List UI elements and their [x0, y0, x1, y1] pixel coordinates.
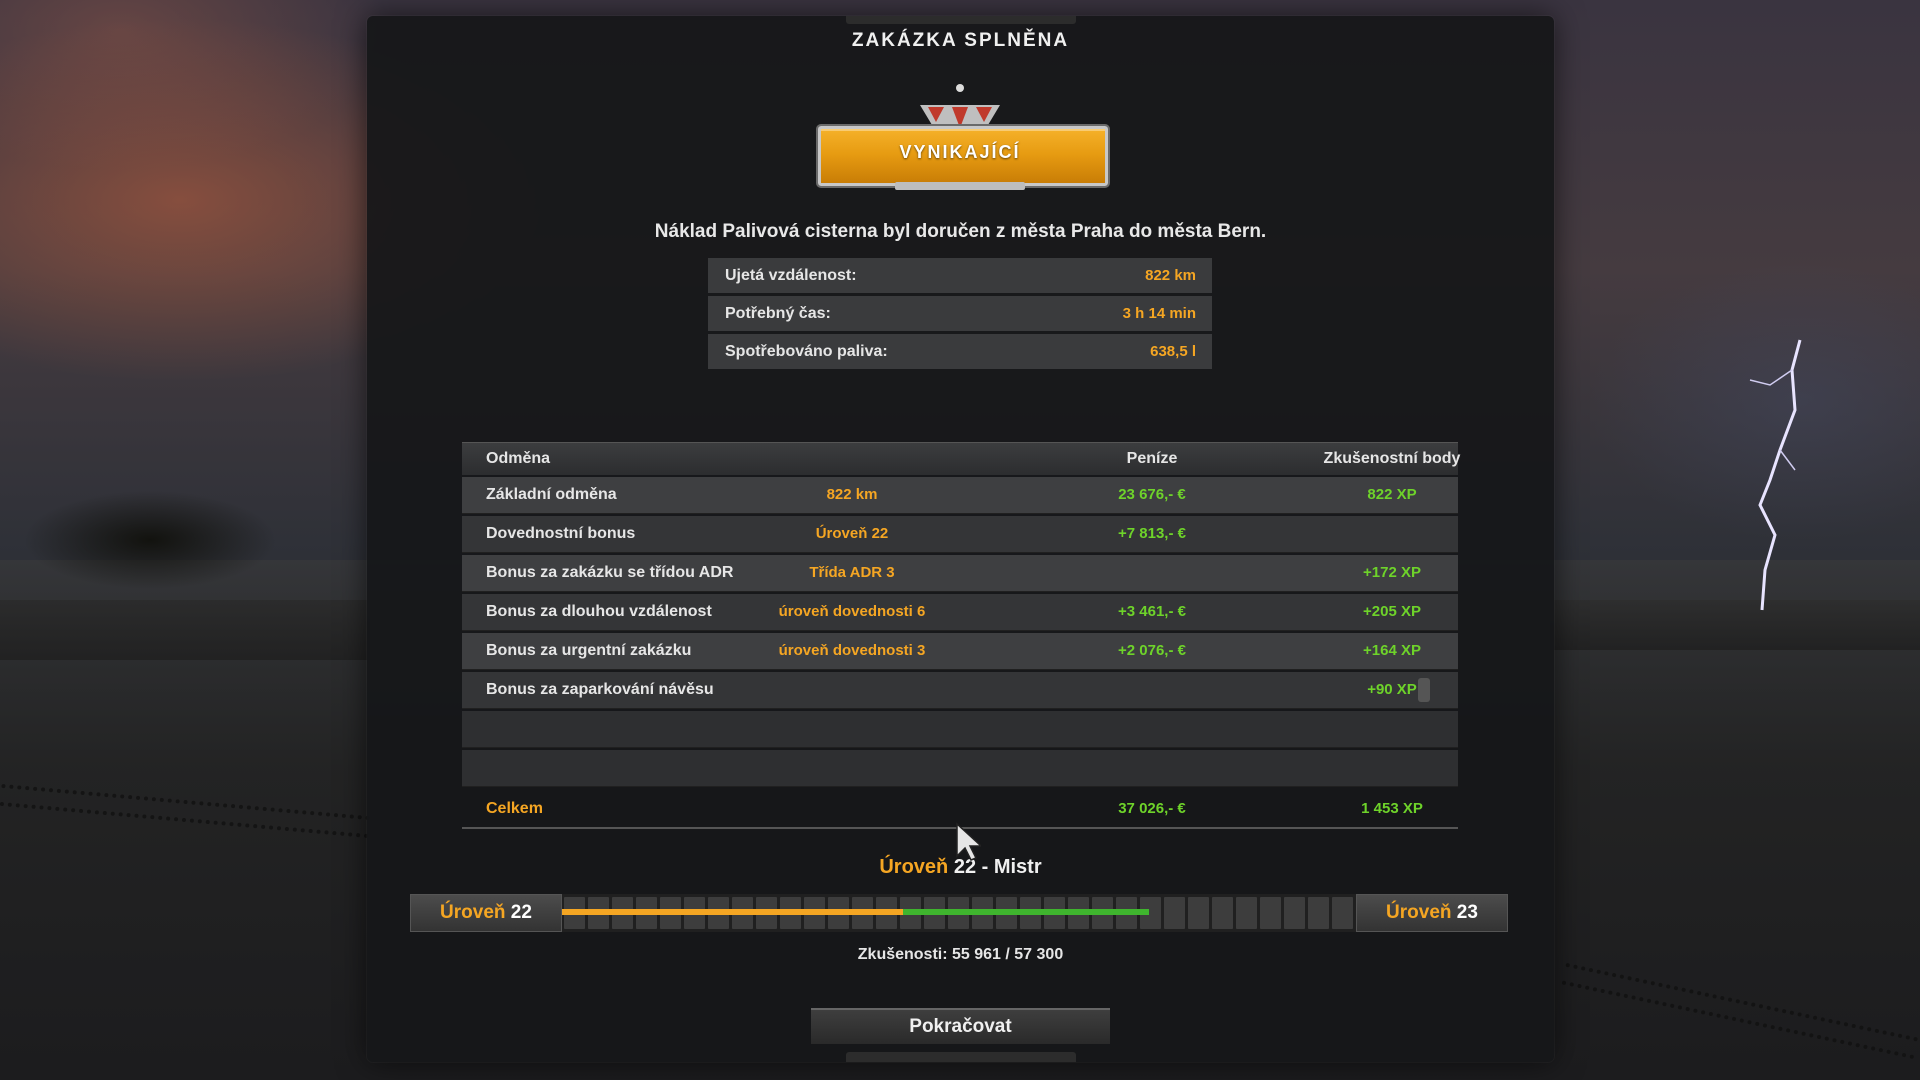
continue-button[interactable]: Pokračovat [811, 1008, 1110, 1044]
dialog-title: ZAKÁZKA SPLNĚNA [851, 30, 1070, 51]
scrollbar-thumb[interactable] [1418, 678, 1430, 702]
stat-row-time: Potřebný čas: 3 h 14 min [708, 296, 1212, 331]
level-end-word: Úroveň [1386, 902, 1452, 923]
reward-detail: Třída ADR 3 [809, 564, 895, 581]
stat-row-distance: Ujetá vzdálenost: 822 km [708, 258, 1212, 293]
header-xp: Zkušenostní body [1323, 450, 1461, 467]
table-row: Bonus za zakázku se třídou ADR Třída ADR… [462, 555, 1458, 592]
rating-label: VYNIKAJÍCÍ [899, 142, 1021, 162]
table-row: Bonus za urgentní zakázku úroveň dovedno… [462, 633, 1458, 670]
progress-segment [1284, 897, 1305, 929]
header-reward: Odměna [486, 450, 551, 467]
level-start-word: Úroveň [440, 902, 506, 923]
stat-label: Ujetá vzdálenost: [725, 266, 857, 284]
reward-money: +7 813,- € [1118, 525, 1186, 542]
trip-stats: Ujetá vzdálenost: 822 km Potřebný čas: 3… [708, 258, 1212, 372]
scene-tree [0, 470, 330, 610]
progress-segment [1332, 897, 1353, 929]
reward-xp: +172 XP [1363, 564, 1421, 581]
progress-segment [1212, 897, 1233, 929]
header-money: Peníze [1126, 450, 1178, 467]
table-row: Dovednostní bonus Úroveň 22 +7 813,- € [462, 516, 1458, 553]
stat-label: Spotřebováno paliva: [725, 342, 888, 360]
total-label: Celkem [486, 800, 543, 817]
progress-fill-previous [562, 909, 903, 915]
level-start-label: Úroveň 22 [410, 894, 562, 932]
badge-bottom-bar [895, 182, 1025, 190]
reward-xp: +164 XP [1363, 642, 1421, 659]
reward-name: Základní odměna [486, 486, 617, 503]
table-row: Bonus za dlouhou vzdálenost úroveň doved… [462, 594, 1458, 631]
level-progress-track [562, 894, 1356, 932]
table-row: Základní odměna 822 km 23 676,- € 822 XP [462, 477, 1458, 514]
mouse-cursor-icon [956, 822, 981, 861]
panel-bottom-tab [846, 1052, 1076, 1062]
stat-row-fuel: Spotřebováno paliva: 638,5 l [708, 334, 1212, 369]
reward-detail: Úroveň 22 [815, 525, 889, 542]
reward-xp: 822 XP [1367, 486, 1417, 503]
level-word: Úroveň [879, 856, 949, 878]
total-money: 37 026,- € [1118, 800, 1186, 817]
progress-segment [1164, 897, 1185, 929]
level-end-label: Úroveň 23 [1356, 894, 1508, 932]
progress-fill-gained [903, 909, 1149, 915]
reward-xp: +205 XP [1363, 603, 1421, 620]
reward-detail: úroveň dovednosti 3 [778, 642, 926, 659]
rewards-header: Odměna Peníze Zkušenostní body [462, 442, 1460, 475]
total-xp: 1 453 XP [1361, 800, 1423, 817]
reward-name: Bonus za urgentní zakázku [486, 642, 692, 659]
reward-name: Dovednostní bonus [486, 525, 636, 542]
level-progress-bar: Úroveň 22 Úroveň 23 [410, 894, 1508, 932]
progress-segment [1260, 897, 1281, 929]
reward-money: +2 076,- € [1118, 642, 1186, 659]
table-row-empty [462, 711, 1458, 748]
reward-detail: úroveň dovednosti 6 [778, 603, 926, 620]
progress-segment [1236, 897, 1257, 929]
stat-value: 638,5 l [1150, 343, 1196, 360]
level-end-num: 23 [1456, 902, 1478, 923]
lightning-icon [1749, 339, 1802, 611]
panel-top-tab [846, 16, 1076, 24]
rewards-table: Odměna Peníze Zkušenostní body Základní … [462, 442, 1460, 829]
reward-name: Bonus za zakázku se třídou ADR [486, 564, 734, 581]
rating-badge: VYNIKAJÍCÍ [815, 80, 1108, 195]
reward-money: +3 461,- € [1118, 603, 1186, 620]
delivery-summary: Náklad Palivová cisterna byl doručen z m… [654, 221, 1267, 242]
scene-wall-left [0, 600, 370, 660]
table-row: Bonus za zaparkování návěsu +90 XP [462, 672, 1458, 709]
experience-counter: Zkušenosti: 55 961 / 57 300 [857, 946, 1064, 963]
reward-money: 23 676,- € [1118, 486, 1186, 503]
reward-xp: +90 XP [1367, 681, 1417, 698]
reward-name: Bonus za dlouhou vzdálenost [486, 603, 712, 620]
table-row-empty [462, 750, 1458, 787]
level-start-num: 22 [510, 902, 532, 923]
progress-segment [1308, 897, 1329, 929]
reward-detail: 822 km [826, 486, 878, 503]
stat-value: 3 h 14 min [1122, 305, 1196, 322]
progress-segment [1188, 897, 1209, 929]
stat-value: 822 km [1145, 267, 1196, 284]
reward-name: Bonus za zaparkování návěsu [486, 681, 714, 698]
stat-label: Potřebný čas: [725, 304, 831, 322]
